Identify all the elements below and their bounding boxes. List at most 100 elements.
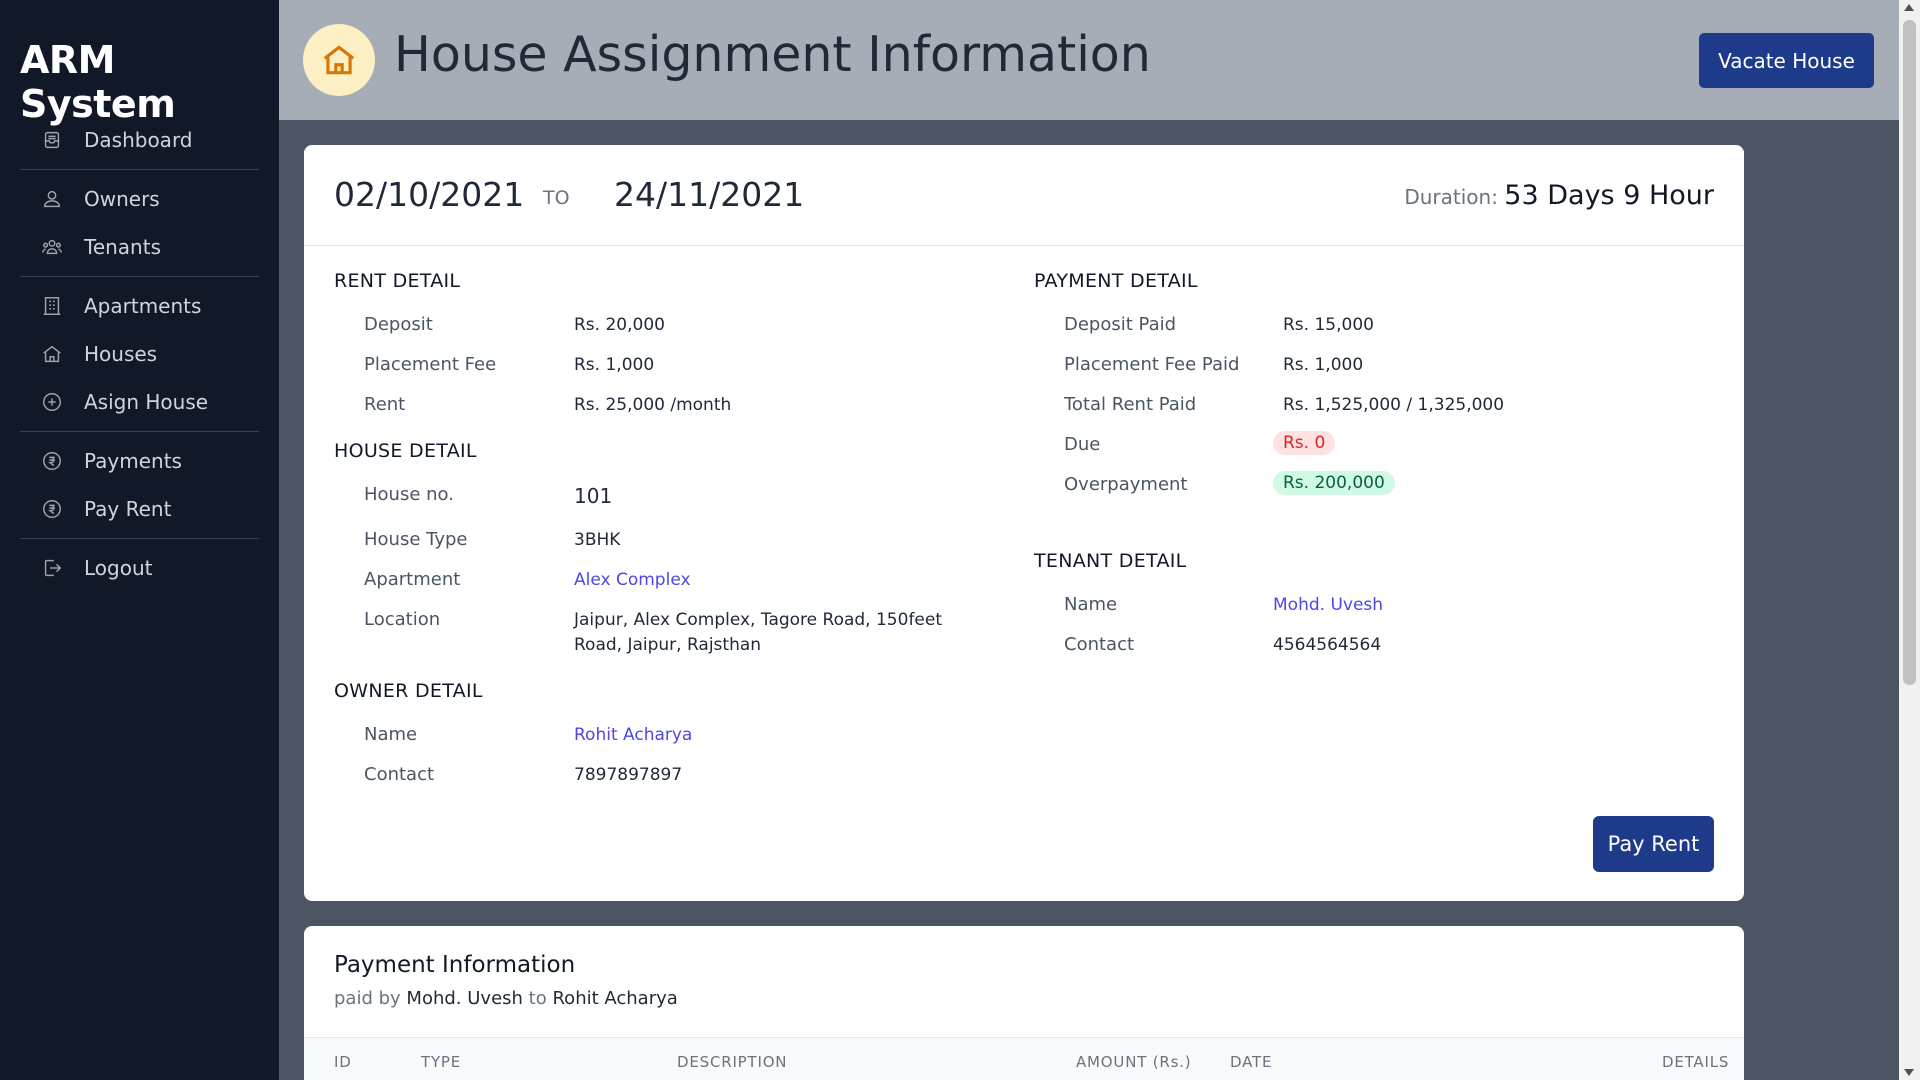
sidebar-item-label: Asign House [84, 390, 209, 414]
overpayment-badge: Rs. 200,000 [1273, 471, 1395, 495]
placement-fee-value: Rs. 1,000 [574, 355, 655, 375]
building-icon [40, 294, 64, 318]
payee-name: Rohit Acharya [552, 988, 678, 1009]
due-value: Rs. 0 [1273, 431, 1336, 455]
sidebar-item-owners[interactable]: Owners [20, 175, 259, 223]
tenant-name-link[interactable]: Mohd. Uvesh [1273, 595, 1383, 615]
page-scrollbar[interactable] [1899, 0, 1920, 1080]
location-line-2: Road, Jaipur, Rajsthan [574, 635, 762, 655]
page-header: House Assignment Information Vacate Hous… [279, 0, 1899, 120]
brand-title: ARM System [20, 38, 176, 126]
deposit-paid-value: Rs. 15,000 [1283, 315, 1374, 335]
page-title: House Assignment Information [394, 26, 1151, 83]
column-header-type: TYPE [421, 1053, 462, 1071]
location-label: Location [364, 609, 441, 630]
sidebar-item-logout[interactable]: Logout [20, 544, 259, 592]
total-rent-paid-value: Rs. 1,525,000 / 1,325,000 [1283, 395, 1505, 415]
deposit-label: Deposit [364, 314, 433, 335]
vacate-house-button[interactable]: Vacate House [1699, 33, 1874, 88]
duration-label: Duration: [1404, 185, 1498, 209]
sidebar-item-asign-house[interactable]: Asign House [20, 378, 259, 426]
to-label: to [528, 988, 547, 1009]
column-header-amount: AMOUNT (Rs.) [1076, 1053, 1192, 1071]
scroll-thumb[interactable] [1903, 20, 1916, 685]
pay-rent-button[interactable]: Pay Rent [1593, 816, 1714, 872]
location-line-1: Jaipur, Alex Complex, Tagore Road, 150fe… [574, 610, 943, 630]
home-icon [40, 342, 64, 366]
placement-fee-paid-value: Rs. 1,000 [1283, 355, 1364, 375]
tenant-contact-value: 4564564564 [1273, 635, 1382, 655]
house-type-label: House Type [364, 529, 468, 550]
tenant-name-label: Name [1064, 594, 1118, 615]
due-badge: Rs. 0 [1273, 431, 1336, 455]
column-header-details: DETAILS [1662, 1053, 1730, 1071]
deposit-value: Rs. 20,000 [574, 315, 665, 335]
column-header-date: DATE [1230, 1053, 1273, 1071]
sidebar-nav: Dashboard Owners Tenants Apartments Hous… [20, 116, 259, 592]
rent-detail-title: RENT DETAIL [334, 270, 461, 292]
owner-name-label: Name [364, 724, 418, 745]
assignment-card: 02/10/2021 TO 24/11/2021 Duration: 53 Da… [304, 145, 1744, 901]
table-header [304, 1037, 1744, 1080]
scroll-down-icon[interactable] [1904, 1069, 1914, 1076]
assignment-period: 02/10/2021 TO 24/11/2021 Duration: 53 Da… [304, 145, 1744, 246]
sidebar-item-label: Pay Rent [84, 497, 172, 521]
sidebar-item-tenants[interactable]: Tenants [20, 223, 259, 271]
sidebar-item-apartments[interactable]: Apartments [20, 282, 259, 330]
divider [20, 276, 259, 277]
divider [20, 169, 259, 170]
overpayment-label: Overpayment [1064, 474, 1188, 495]
apartment-link[interactable]: Alex Complex [574, 570, 691, 590]
rent-value: Rs. 25,000 /month [574, 395, 732, 415]
sidebar-item-label: Apartments [84, 294, 202, 318]
sidebar-item-payments[interactable]: Payments [20, 437, 259, 485]
sidebar-item-houses[interactable]: Houses [20, 330, 259, 378]
placement-fee-label: Placement Fee [364, 354, 497, 375]
column-header-id: ID [334, 1053, 352, 1071]
plus-circle-icon [40, 390, 64, 414]
placement-fee-paid-label: Placement Fee Paid [1064, 354, 1240, 375]
to-date: 24/11/2021 [614, 175, 805, 214]
owner-contact-value: 7897897897 [574, 765, 683, 785]
rupee-icon [40, 449, 64, 473]
tenant-detail-title: TENANT DETAIL [1034, 550, 1187, 572]
home-icon [303, 24, 375, 96]
sidebar-item-label: Owners [84, 187, 160, 211]
owner-name-link[interactable]: Rohit Acharya [574, 725, 692, 745]
house-type-value: 3BHK [574, 530, 621, 550]
owner-contact-label: Contact [364, 764, 435, 785]
to-label: TO [543, 187, 570, 209]
users-icon [40, 187, 64, 211]
divider [20, 431, 259, 432]
inbox-icon [40, 128, 64, 152]
sidebar-item-pay-rent[interactable]: Pay Rent [20, 485, 259, 533]
rupee-icon [40, 497, 64, 521]
divider [20, 538, 259, 539]
house-detail-title: HOUSE DETAIL [334, 440, 477, 462]
owner-detail-title: OWNER DETAIL [334, 680, 483, 702]
sidebar: ARM System Dashboard Owners Tenants Apar… [0, 0, 279, 1080]
payment-detail-title: PAYMENT DETAIL [1034, 270, 1198, 292]
deposit-paid-label: Deposit Paid [1064, 314, 1177, 335]
payment-info-subtitle: paid by Mohd. Uvesh to Rohit Acharya [334, 988, 678, 1009]
sidebar-item-label: Logout [84, 556, 153, 580]
payer-name: Mohd. Uvesh [406, 988, 523, 1009]
from-date: 02/10/2021 [334, 175, 525, 214]
due-label: Due [1064, 434, 1101, 455]
total-rent-paid-label: Total Rent Paid [1064, 394, 1197, 415]
scroll-up-icon[interactable] [1904, 4, 1914, 11]
apartment-label: Apartment [364, 569, 461, 590]
duration-value: 53 Days 9 Hour [1504, 180, 1714, 211]
rent-label: Rent [364, 394, 406, 415]
sidebar-item-label: Payments [84, 449, 182, 473]
payment-info-card: Payment Information paid by Mohd. Uvesh … [304, 926, 1744, 1080]
house-no-label: House no. [364, 484, 454, 505]
tenant-contact-label: Contact [1064, 634, 1135, 655]
payment-info-title: Payment Information [334, 952, 576, 978]
sidebar-item-label: Houses [84, 342, 158, 366]
sidebar-item-dashboard[interactable]: Dashboard [20, 116, 259, 164]
logout-icon [40, 556, 64, 580]
column-header-description: DESCRIPTION [677, 1053, 788, 1071]
sidebar-item-label: Dashboard [84, 128, 193, 152]
house-no-value: 101 [574, 484, 613, 508]
